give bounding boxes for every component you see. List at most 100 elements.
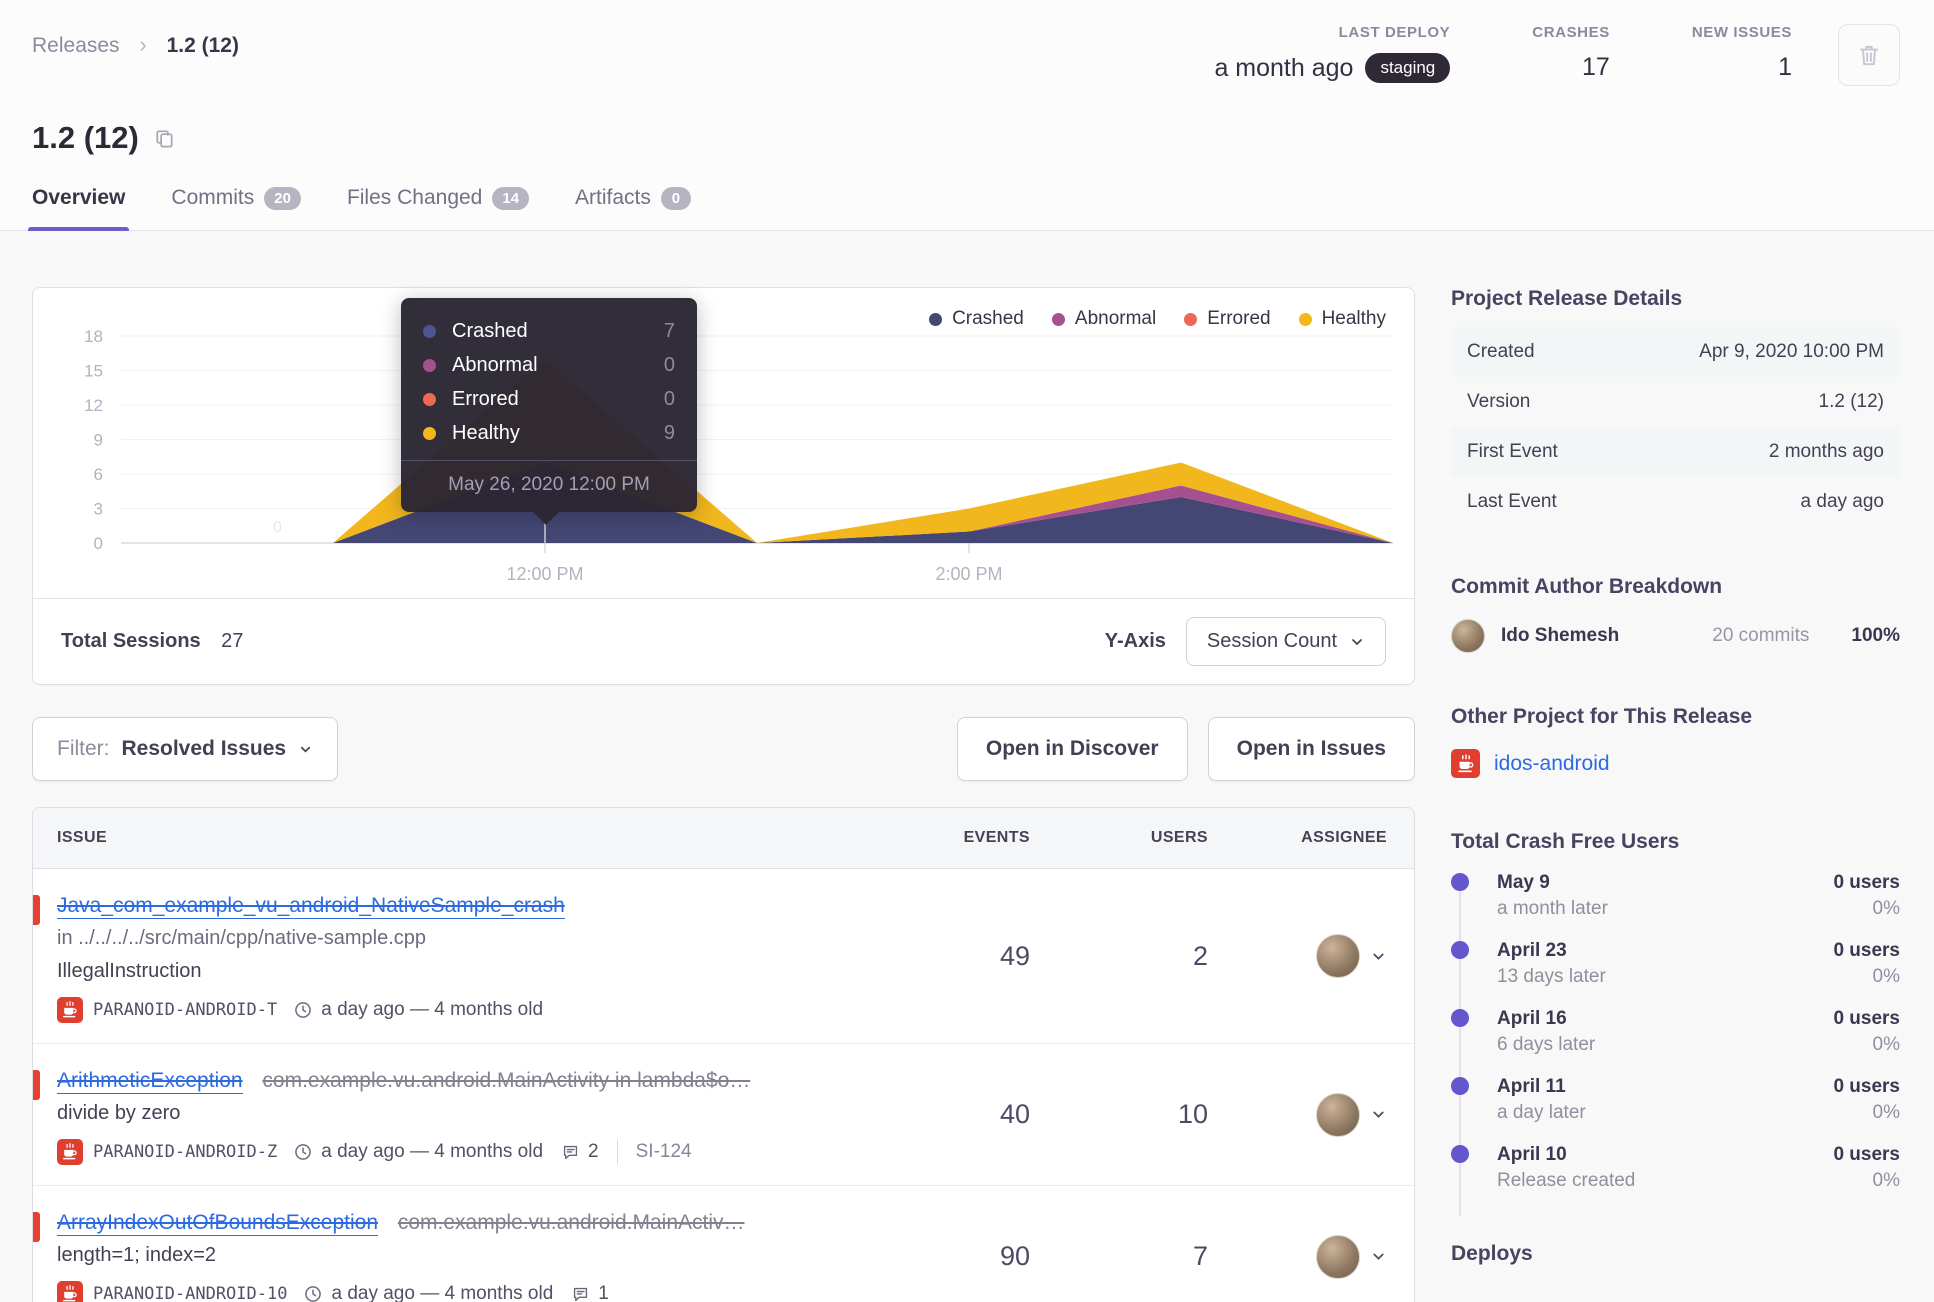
author-commit-count: 20 commits: [1712, 625, 1810, 646]
tab[interactable]: Overview: [27, 186, 130, 231]
detail-row: Version 1.2 (12): [1451, 377, 1900, 427]
issue-short-id: SI-124: [635, 1141, 692, 1162]
legend-item[interactable]: Crashed: [929, 308, 1024, 330]
issue-title-link[interactable]: Java_com_example_vu_android_NativeSample…: [57, 894, 565, 919]
java-project-icon: [57, 1139, 83, 1165]
assignee-avatar[interactable]: [1316, 934, 1360, 978]
timeline-sublabel: a month later: [1497, 898, 1608, 919]
legend-dot-icon: [929, 312, 943, 326]
detail-row: Created Apr 9, 2020 10:00 PM: [1451, 327, 1900, 377]
chevron-down-icon[interactable]: [1370, 948, 1387, 965]
section-heading: Total Crash Free Users: [1451, 830, 1680, 853]
crash-free-timeline-item: May 9 a month later 0 users 0%: [1451, 870, 1900, 944]
sessions-chart-card: Crashed Abnormal Errored Healthy 0 3 6 9…: [32, 287, 1415, 685]
legend-label: Crashed: [952, 308, 1024, 329]
comment-count[interactable]: 1: [571, 1283, 609, 1302]
tab-label: Commits: [171, 186, 255, 209]
comment-count[interactable]: 2: [561, 1141, 599, 1163]
timeline-sublabel: Release created: [1497, 1170, 1636, 1191]
legend-label: Errored: [1207, 308, 1271, 329]
legend-item[interactable]: Abnormal: [1051, 308, 1156, 330]
tooltip-series-value: 0: [663, 353, 675, 376]
issue-title-link[interactable]: ArrayIndexOutOfBoundsException: [57, 1211, 379, 1236]
column-users: USERS: [1150, 829, 1208, 846]
author-name: Ido Shemesh: [1501, 625, 1620, 646]
header-stats: LAST DEPLOY a month ago staging CRASHES …: [1132, 24, 1900, 86]
legend-item[interactable]: Healthy: [1298, 308, 1386, 330]
tab[interactable]: Artifacts 0: [575, 186, 691, 230]
chevron-down-icon[interactable]: [1370, 1248, 1387, 1265]
yaxis-selected-value: Session Count: [1206, 630, 1337, 652]
timeline-percentage: 0%: [1872, 1102, 1900, 1123]
section-heading: Project Release Details: [1451, 287, 1683, 310]
tooltip-series-value: 9: [663, 421, 675, 444]
tooltip-dot-icon: [423, 324, 436, 338]
timeline-users-value: 0 users: [1833, 872, 1900, 893]
legend-item[interactable]: Errored: [1184, 308, 1271, 330]
issue-message: length=1; index=2: [57, 1244, 217, 1266]
copy-version-button[interactable]: [153, 127, 176, 150]
legend-dot-icon: [1298, 312, 1312, 326]
java-project-icon: [57, 1281, 83, 1302]
project-slug: PARANOID-ANDROID-T: [93, 1000, 278, 1020]
copy-icon: [156, 129, 173, 148]
chevron-down-icon[interactable]: [1370, 1106, 1387, 1123]
svg-text:12: 12: [84, 396, 103, 415]
assignee-avatar[interactable]: [1316, 1234, 1360, 1279]
breadcrumb: Releases › 1.2 (12): [32, 24, 239, 58]
comment-icon: [563, 1145, 578, 1159]
author-percentage: 100%: [1851, 625, 1900, 646]
timeline-percentage: 0%: [1872, 898, 1900, 919]
timeline-users-value: 0 users: [1833, 1144, 1900, 1165]
clock-icon: [293, 1000, 313, 1020]
detail-value: Apr 9, 2020 10:00 PM: [1699, 341, 1884, 362]
tab[interactable]: Commits 20: [171, 186, 301, 230]
timeline-date: April 10: [1497, 1144, 1567, 1165]
timeline-date: April 11: [1497, 1076, 1566, 1097]
tooltip-dot-icon: [423, 392, 436, 406]
svg-text:0: 0: [94, 534, 103, 553]
tooltip-series-label: Crashed: [452, 319, 528, 342]
issue-title-link[interactable]: ArithmeticException: [57, 1069, 243, 1094]
other-project-link[interactable]: idos-android: [1494, 752, 1610, 776]
timeline-sublabel: 6 days later: [1497, 1034, 1596, 1055]
assignee-avatar[interactable]: [1316, 1092, 1360, 1137]
tooltip-series-label: Healthy: [452, 421, 520, 444]
svg-text:9: 9: [94, 431, 103, 450]
yaxis-select[interactable]: Session Count: [1185, 617, 1386, 666]
issue-age: a day ago — 4 months old: [321, 1141, 544, 1162]
detail-row: Last Event a day ago: [1451, 477, 1900, 527]
issues-filter-dropdown[interactable]: Filter: Resolved Issues: [32, 717, 339, 781]
commit-author-row: Ido Shemesh 20 commits 100%: [1451, 615, 1900, 657]
detail-row: First Event 2 months ago: [1451, 427, 1900, 477]
open-in-discover-button[interactable]: Open in Discover: [956, 717, 1188, 781]
chart-footer: Total Sessions 27 Y-Axis Session Count: [33, 598, 1414, 684]
issue-events-count: 40: [999, 1099, 1030, 1129]
breadcrumb-releases-link[interactable]: Releases: [32, 34, 120, 57]
timeline-date: May 9: [1497, 872, 1550, 893]
timeline-sublabel: 13 days later: [1497, 966, 1606, 987]
issue-location: in ../../../../src/main/cpp/native-sampl…: [57, 927, 427, 949]
total-sessions-label: Total Sessions: [61, 630, 201, 652]
issues-table: ISSUE EVENTS USERS ASSIGNEE Java_com_exa…: [32, 807, 1415, 1302]
filter-label: Filter:: [57, 737, 110, 760]
sessions-area-chart[interactable]: 0 3 6 9 12 15 18 12:00 PM 2:00 PM 0: [33, 288, 1414, 598]
detail-value: 1.2 (12): [1818, 391, 1884, 412]
open-in-issues-button[interactable]: Open in Issues: [1207, 717, 1415, 781]
svg-text:15: 15: [84, 362, 103, 381]
tooltip-caret: [533, 512, 559, 525]
issue-events-count: 49: [999, 940, 1030, 971]
commit-author-breakdown-section: Commit Author Breakdown Ido Shemesh 20 c…: [1451, 575, 1900, 657]
divider: [616, 1140, 618, 1164]
tab[interactable]: Files Changed 14: [347, 186, 530, 230]
issue-age: a day ago — 4 months old: [321, 999, 544, 1020]
column-events: EVENTS: [963, 829, 1030, 846]
filter-selected-value: Resolved Issues: [121, 737, 287, 760]
issue-row: Java_com_example_vu_android_NativeSample…: [33, 869, 1414, 1044]
detail-label: Version: [1467, 391, 1531, 412]
timeline-dot-icon: [1451, 1077, 1469, 1095]
delete-release-button[interactable]: [1838, 24, 1900, 86]
last-deploy-value: a month ago: [1214, 53, 1354, 82]
tooltip-row: Errored 0: [401, 382, 697, 416]
timeline-dot-icon: [1451, 1145, 1469, 1163]
